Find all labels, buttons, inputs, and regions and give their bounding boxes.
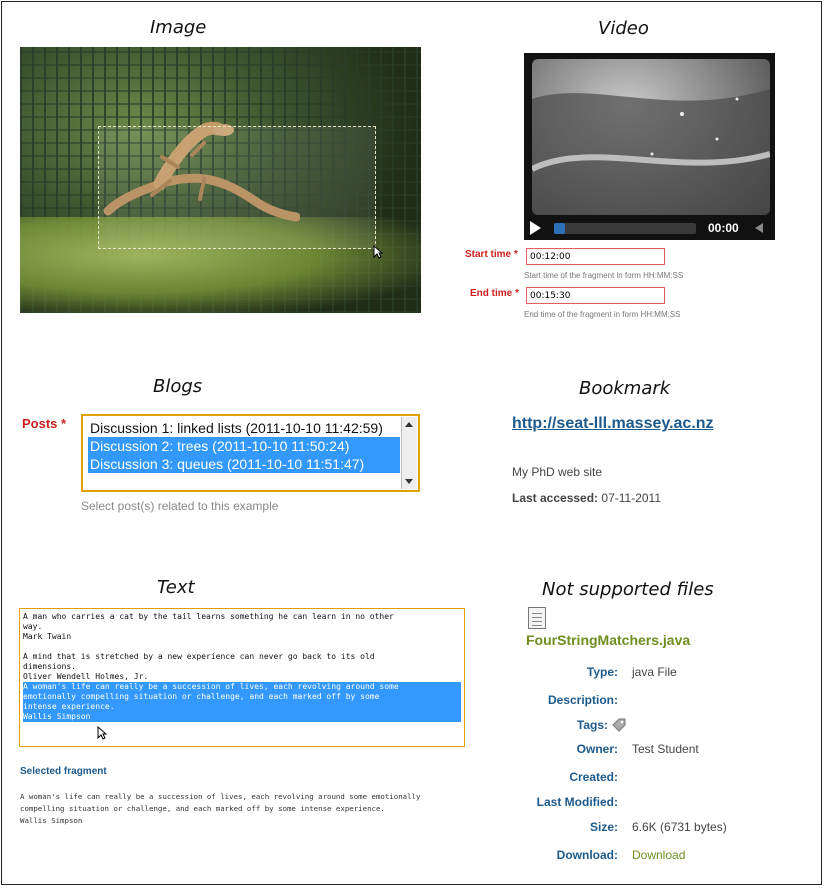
start-time-input[interactable] bbox=[526, 248, 665, 265]
text-area[interactable]: A man who carries a cat by the tail lear… bbox=[19, 608, 465, 747]
text-selected: A woman's life can really be a successio… bbox=[23, 682, 461, 722]
video-progress-bar[interactable] bbox=[554, 223, 696, 234]
image-panel-title: Image bbox=[150, 17, 207, 38]
text-panel-title: Text bbox=[157, 577, 195, 598]
download-link[interactable]: Download bbox=[632, 848, 685, 862]
video-player[interactable]: 00:00 bbox=[524, 53, 775, 240]
file-name[interactable]: FourStringMatchers.java bbox=[526, 632, 690, 648]
post-option[interactable]: Discussion 3: queues (2011-10-10 11:51:4… bbox=[88, 455, 400, 473]
posts-label: Posts * bbox=[22, 416, 67, 431]
post-option[interactable]: Discussion 1: linked lists (2011-10-10 1… bbox=[88, 419, 400, 437]
posts-hint: Select post(s) related to this example bbox=[81, 499, 279, 513]
last-accessed-label: Last accessed: bbox=[512, 491, 599, 505]
owner-value: Test Student bbox=[632, 742, 699, 756]
tags-label: Tags: bbox=[576, 718, 608, 732]
scroll-up-icon[interactable] bbox=[405, 422, 413, 427]
tag-icon[interactable] bbox=[612, 718, 626, 732]
size-value: 6.6K (6731 bytes) bbox=[632, 820, 727, 834]
files-panel-title: Not supported files bbox=[542, 579, 714, 600]
bookmark-last-accessed: Last accessed: 07-11-2011 bbox=[512, 491, 661, 505]
video-controls: 00:00 bbox=[524, 217, 775, 240]
bookmark-panel-title: Bookmark bbox=[579, 378, 671, 399]
mouse-pointer-icon bbox=[373, 245, 383, 259]
video-frame-picture bbox=[532, 89, 770, 215]
end-time-label: End time * bbox=[470, 288, 519, 299]
text-cursor-pointer-icon bbox=[97, 726, 107, 740]
selected-fragment-label: Selected fragment bbox=[20, 766, 107, 777]
last-modified-label: Last Modified: bbox=[536, 795, 618, 809]
selection-rectangle[interactable] bbox=[98, 126, 376, 249]
image-preview[interactable] bbox=[20, 47, 421, 313]
end-time-hint: End time of the fragment in form HH:MM:S… bbox=[524, 310, 681, 319]
volume-icon[interactable] bbox=[755, 223, 763, 233]
video-panel-title: Video bbox=[598, 18, 649, 39]
owner-label: Owner: bbox=[576, 742, 618, 756]
scroll-down-icon[interactable] bbox=[405, 479, 413, 484]
document-icon bbox=[528, 607, 546, 629]
created-label: Created: bbox=[569, 770, 618, 784]
video-time-display: 00:00 bbox=[708, 221, 739, 235]
selected-fragment-text: A woman's life can really be a successio… bbox=[20, 792, 421, 825]
end-time-input[interactable] bbox=[526, 287, 665, 304]
download-label: Download: bbox=[556, 848, 618, 862]
text-unselected: A man who carries a cat by the tail lear… bbox=[23, 612, 394, 681]
description-label: Description: bbox=[547, 693, 618, 707]
start-time-label: Start time * bbox=[465, 249, 518, 260]
listbox-scrollbar[interactable] bbox=[401, 417, 417, 489]
play-icon[interactable] bbox=[530, 221, 541, 235]
video-frame bbox=[532, 59, 770, 215]
text-content: A man who carries a cat by the tail lear… bbox=[20, 609, 464, 725]
type-value: java File bbox=[632, 665, 677, 679]
start-time-hint: Start time of the fragment in form HH:MM… bbox=[524, 271, 684, 280]
last-accessed-value: 07-11-2011 bbox=[601, 491, 662, 505]
bookmark-description: My PhD web site bbox=[512, 465, 603, 479]
size-label: Size: bbox=[589, 820, 618, 834]
blogs-panel-title: Blogs bbox=[153, 376, 203, 397]
type-label: Type: bbox=[586, 665, 618, 679]
bookmark-link[interactable]: http://seat-lll.massey.ac.nz bbox=[512, 415, 714, 433]
posts-listbox[interactable]: Discussion 1: linked lists (2011-10-10 1… bbox=[81, 414, 420, 492]
post-option[interactable]: Discussion 2: trees (2011-10-10 11:50:24… bbox=[88, 437, 400, 455]
posts-options: Discussion 1: linked lists (2011-10-10 1… bbox=[88, 419, 400, 473]
video-progress-fill bbox=[554, 223, 566, 234]
